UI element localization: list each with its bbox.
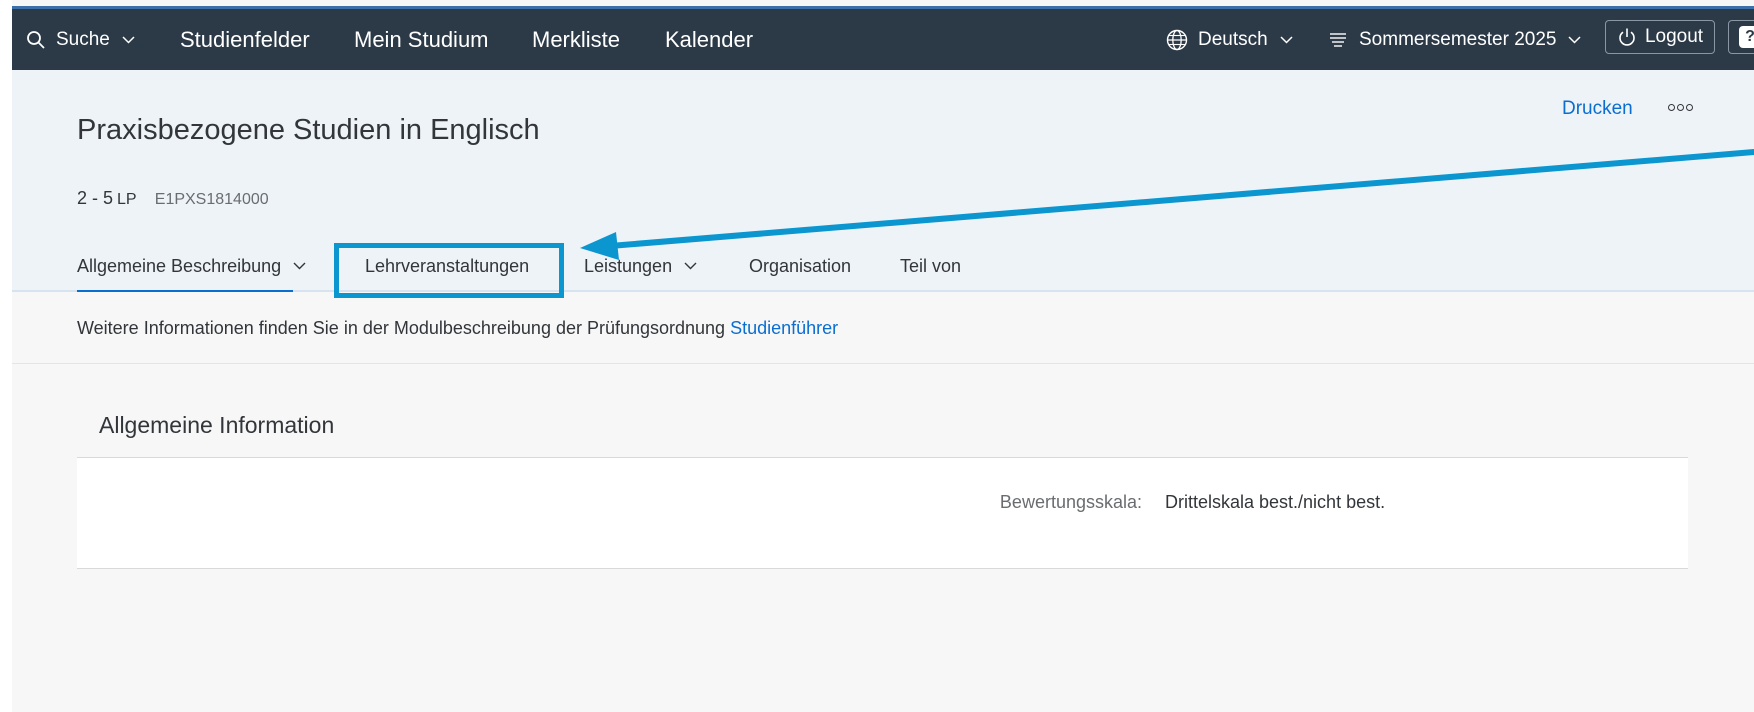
tab-label: Allgemeine Beschreibung — [77, 255, 282, 276]
credits-value: 2 - 5 — [77, 188, 114, 208]
annotation-highlight-box — [334, 243, 564, 298]
tab-bar: Allgemeine Beschreibung Lehrveranstaltun… — [12, 240, 1754, 293]
info-text: Weitere Informationen finden Sie in der … — [77, 318, 838, 339]
section-title: Allgemeine Information — [99, 412, 335, 438]
nav-merkliste[interactable]: Merkliste — [532, 9, 620, 70]
info-message: Weitere Informationen finden Sie in der … — [77, 318, 726, 338]
tab-label: Organisation — [749, 255, 852, 276]
shell-bar: Suche Studienfelder Mein Studium Merklis… — [12, 9, 1754, 70]
studienfuehrer-link[interactable]: Studienführer — [730, 318, 838, 338]
page-title: Praxisbezogene Studien in Englisch — [77, 114, 540, 146]
module-code: E1PXS1814000 — [154, 191, 269, 208]
help-button[interactable]: ? — [1728, 20, 1754, 54]
chevron-down-icon — [1280, 35, 1293, 44]
app-frame: Suche Studienfelder Mein Studium Merklis… — [12, 0, 1754, 712]
globe-icon — [1166, 29, 1188, 50]
tab-label: Leistungen — [584, 255, 673, 276]
chevron-down-icon — [1568, 35, 1581, 44]
search-label: Suche — [56, 28, 110, 50]
semester-label: Sommersemester 2025 — [1359, 28, 1557, 50]
tab-leistungen[interactable]: Leistungen — [584, 240, 697, 292]
tab-label: Teil von — [900, 255, 962, 276]
language-label: Deutsch — [1198, 28, 1268, 50]
field-label: Bewertungsskala: — [999, 492, 1142, 512]
chevron-down-icon — [122, 35, 145, 44]
help-icon: ? — [1739, 26, 1754, 48]
object-header: Praxisbezogene Studien in Englisch 2 - 5… — [12, 70, 1754, 293]
nav-mein-studium[interactable]: Mein Studium — [354, 9, 489, 70]
credits-unit: LP — [117, 191, 137, 208]
search-icon — [27, 30, 45, 49]
more-options-icon[interactable] — [1668, 104, 1695, 111]
module-meta: 2 - 5 LP E1PXS1814000 — [77, 188, 269, 209]
power-icon — [1619, 28, 1635, 46]
tab-teil-von[interactable]: Teil von — [900, 240, 961, 292]
tab-allgemeine-beschreibung[interactable]: Allgemeine Beschreibung — [77, 240, 306, 293]
info-bar: Weitere Informationen finden Sie in der … — [12, 292, 1754, 364]
nav-studienfelder[interactable]: Studienfelder — [180, 9, 310, 70]
logout-button[interactable]: Logout — [1605, 20, 1715, 54]
print-button[interactable]: Drucken — [1562, 98, 1633, 120]
search-menu[interactable]: Suche — [26, 9, 145, 70]
section-body: Bewertungsskala: Drittelskala best./nich… — [77, 458, 1688, 569]
nav-kalender[interactable]: Kalender — [665, 9, 753, 70]
general-information-section: Allgemeine Information Bewertungsskala: … — [77, 392, 1688, 569]
language-select[interactable]: Deutsch — [1166, 9, 1293, 70]
semester-select[interactable]: Sommersemester 2025 — [1329, 9, 1581, 70]
logout-label: Logout — [1644, 26, 1704, 47]
tab-organisation[interactable]: Organisation — [749, 240, 851, 292]
list-icon — [1330, 32, 1346, 47]
field-value: Drittelskala best./nicht best. — [1165, 492, 1386, 512]
chevron-down-icon — [684, 262, 697, 270]
section-header: Allgemeine Information — [77, 392, 1688, 458]
chevron-down-icon — [293, 262, 306, 270]
